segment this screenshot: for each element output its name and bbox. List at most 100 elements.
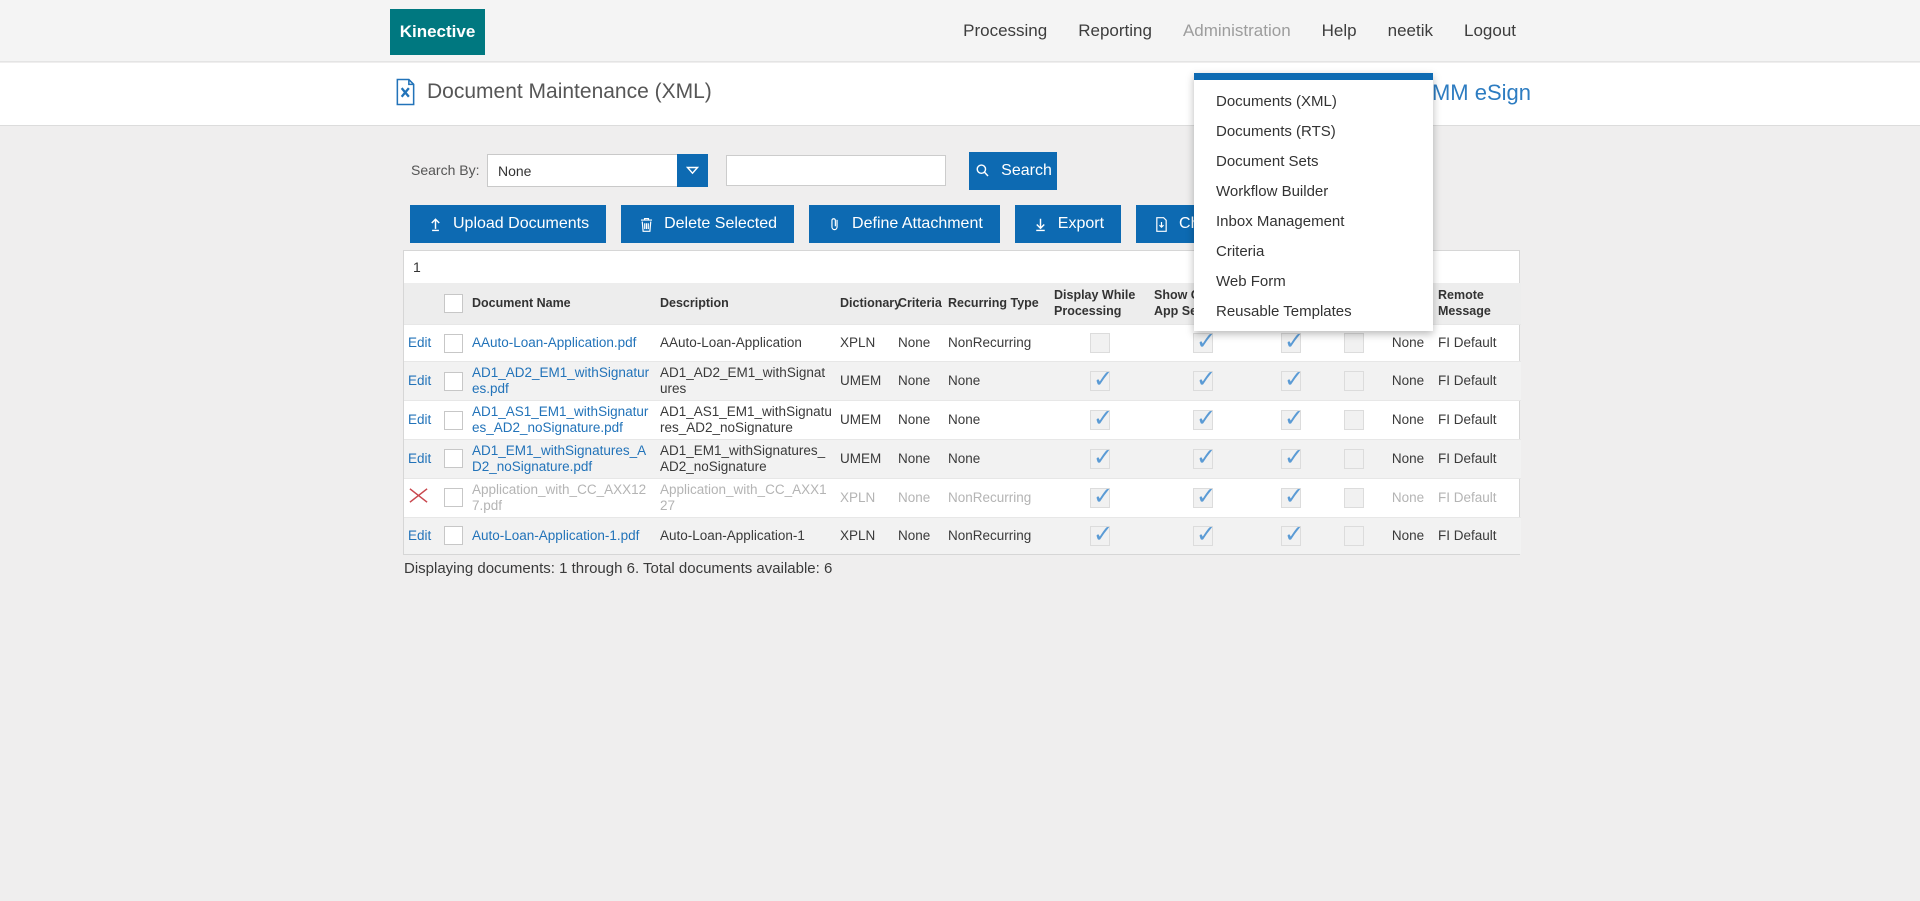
deleted-x-icon[interactable] [408,487,429,504]
remote-message-cell: FI Default [1434,325,1521,362]
menu-item-documents-xml[interactable]: Documents (XML) [1194,86,1433,116]
hidden-column-checkbox[interactable] [1281,526,1301,546]
none-cell: None [1382,517,1434,554]
search-button[interactable]: Search [969,152,1057,190]
nav-help[interactable]: Help [1322,21,1357,41]
document-name-link[interactable]: AAuto-Loan-Application.pdf [472,335,636,350]
export-button[interactable]: Export [1015,205,1121,243]
display-while-processing-checkbox[interactable] [1090,333,1110,353]
dictionary-cell: UMEM [836,362,894,401]
administration-dropdown-menu: Documents (XML) Documents (RTS) Document… [1194,73,1433,331]
show-on-app-checkbox[interactable] [1193,488,1213,508]
recurring-type-cell: NonRecurring [944,478,1050,517]
table-row: Edit Auto-Loan-Application-1.pdf Auto-Lo… [404,517,1521,554]
display-while-processing-checkbox[interactable] [1090,488,1110,508]
nav-logout[interactable]: Logout [1464,21,1516,41]
criteria-cell: None [894,439,944,478]
menu-item-documents-rts[interactable]: Documents (RTS) [1194,116,1433,146]
document-name-link[interactable]: AD1_AS1_EM1_withSignatures_AD2_noSignatu… [472,404,648,435]
table-row: Edit AD1_EM1_withSignatures_AD2_noSignat… [404,439,1521,478]
search-by-select[interactable]: None [487,154,708,187]
nav-user-neetik[interactable]: neetik [1388,21,1433,41]
show-on-app-checkbox[interactable] [1193,333,1213,353]
description-cell: AD1_EM1_withSignatures_AD2_noSignature [656,439,836,478]
edit-link[interactable]: Edit [408,335,431,350]
row-select-checkbox[interactable] [444,526,463,545]
hidden-column-checkbox[interactable] [1344,333,1364,353]
row-select-checkbox[interactable] [444,449,463,468]
hidden-column-checkbox[interactable] [1281,488,1301,508]
description-cell: AD1_AS1_EM1_withSignatures_AD2_noSignatu… [656,401,836,440]
document-name-link[interactable]: AD1_AD2_EM1_withSignatures.pdf [472,365,649,396]
hidden-column-checkbox[interactable] [1281,410,1301,430]
show-on-app-checkbox[interactable] [1193,410,1213,430]
display-while-processing-checkbox[interactable] [1090,410,1110,430]
menu-item-workflow-builder[interactable]: Workflow Builder [1194,176,1433,206]
hidden-column-checkbox[interactable] [1344,410,1364,430]
description-cell: Application_with_CC_AXX127 [656,478,836,517]
kinective-logo[interactable]: Kinective [390,9,485,55]
document-name-link[interactable]: Auto-Loan-Application-1.pdf [472,528,639,543]
page-title: Document Maintenance (XML) [427,80,712,104]
delete-selected-button[interactable]: Delete Selected [621,205,794,243]
show-on-app-checkbox[interactable] [1193,526,1213,546]
imm-esign-link[interactable]: IMM eSign [1426,80,1531,106]
edit-link[interactable]: Edit [408,451,431,466]
nav-reporting[interactable]: Reporting [1078,21,1152,41]
select-all-checkbox[interactable] [444,294,463,313]
display-while-processing-checkbox[interactable] [1090,449,1110,469]
search-input[interactable] [726,155,946,186]
recurring-type-cell: None [944,439,1050,478]
dictionary-cell: XPLN [836,517,894,554]
nav-administration[interactable]: Administration [1183,21,1291,41]
row-select-checkbox[interactable] [444,372,463,391]
remote-message-cell: FI Default [1434,362,1521,401]
hidden-column-checkbox[interactable] [1344,449,1364,469]
hidden-column-checkbox[interactable] [1344,488,1364,508]
remote-message-cell: FI Default [1434,439,1521,478]
page-header: Document Maintenance (XML) IMM eSign [0,63,1920,126]
dictionary-cell: XPLN [836,478,894,517]
show-on-app-checkbox[interactable] [1193,449,1213,469]
trash-icon [638,216,655,233]
row-select-checkbox[interactable] [444,488,463,507]
display-while-processing-checkbox[interactable] [1090,526,1110,546]
page-number[interactable]: 1 [409,257,425,277]
display-while-processing-checkbox[interactable] [1090,371,1110,391]
criteria-cell: None [894,478,944,517]
chevron-down-icon[interactable] [677,154,708,187]
hidden-column-checkbox[interactable] [1344,526,1364,546]
col-description: Description [656,283,836,325]
row-select-checkbox[interactable] [444,334,463,353]
dictionary-cell: XPLN [836,325,894,362]
dictionary-cell: UMEM [836,439,894,478]
document-name-link[interactable]: Application_with_CC_AXX127.pdf [472,482,646,513]
col-document-name: Document Name [468,283,656,325]
hidden-column-checkbox[interactable] [1281,371,1301,391]
menu-item-document-sets[interactable]: Document Sets [1194,146,1433,176]
menu-item-reusable-templates[interactable]: Reusable Templates [1194,296,1433,326]
document-name-link[interactable]: AD1_EM1_withSignatures_AD2_noSignature.p… [472,443,646,474]
remote-message-cell: FI Default [1434,401,1521,440]
menu-item-criteria[interactable]: Criteria [1194,236,1433,266]
menu-item-inbox-management[interactable]: Inbox Management [1194,206,1433,236]
upload-icon [427,216,444,233]
show-on-app-checkbox[interactable] [1193,371,1213,391]
row-select-checkbox[interactable] [444,411,463,430]
hidden-column-checkbox[interactable] [1344,371,1364,391]
search-by-label: Search By: [411,162,479,178]
hidden-column-checkbox[interactable] [1281,333,1301,353]
edit-link[interactable]: Edit [408,412,431,427]
table-row: Edit AD1_AS1_EM1_withSignatures_AD2_noSi… [404,401,1521,440]
define-attachment-button[interactable]: Define Attachment [809,205,1000,243]
upload-documents-button[interactable]: Upload Documents [410,205,606,243]
download-icon [1032,216,1049,233]
col-display-while-processing: Display While Processing [1050,283,1150,325]
criteria-cell: None [894,362,944,401]
edit-link[interactable]: Edit [408,528,431,543]
nav-processing[interactable]: Processing [963,21,1047,41]
col-remote-message: Remote Message [1434,283,1521,325]
menu-item-web-form[interactable]: Web Form [1194,266,1433,296]
edit-link[interactable]: Edit [408,373,431,388]
hidden-column-checkbox[interactable] [1281,449,1301,469]
